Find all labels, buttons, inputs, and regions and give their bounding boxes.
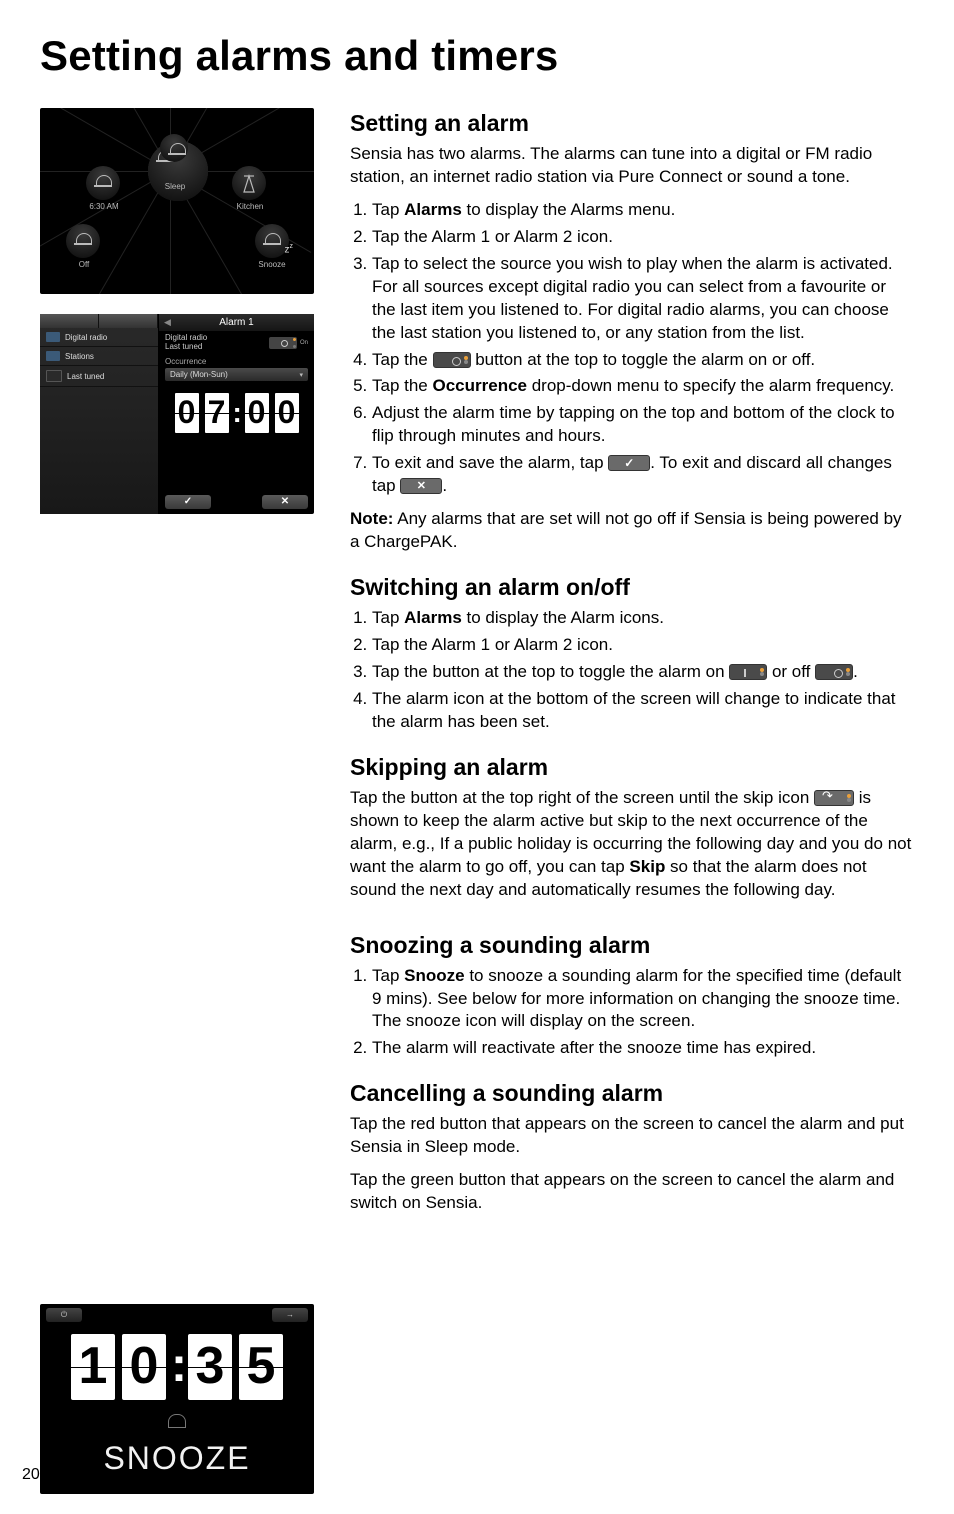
skip-icon <box>814 790 854 806</box>
sleep-icon <box>160 134 188 162</box>
page: Setting alarms and timers Sleep Kitchen <box>0 0 954 1514</box>
step: Tap Alarms to display the Alarm icons. <box>372 607 914 630</box>
p-cancel-red: Tap the red button that appears on the s… <box>350 1113 914 1159</box>
sidebar-item-stations: Stations <box>40 347 158 366</box>
power-button-icon: ⏻ <box>46 1308 82 1322</box>
page-number: 20 <box>22 1466 40 1484</box>
step: Tap to select the source you wish to pla… <box>372 253 914 345</box>
step: Tap the button at the top to toggle the … <box>372 661 914 684</box>
alarm2-off-label: Off <box>54 260 114 269</box>
x-button-icon <box>400 478 442 494</box>
kitchen-timer-icon <box>232 166 266 200</box>
screenshot-alarm-hub: Sleep Kitchen 6:30 AM Off zz Snooze <box>40 108 314 294</box>
list-snoozing: Tap Snooze to snooze a sounding alarm fo… <box>350 965 914 1061</box>
cancel-button-icon: ✕ <box>262 495 308 509</box>
step: Tap the Alarm 1 or Alarm 2 icon. <box>372 634 914 657</box>
sidebar-item-digital-radio: Digital radio <box>40 328 158 347</box>
step: Tap Snooze to snooze a sounding alarm fo… <box>372 965 914 1034</box>
occurrence-label: Occurrence <box>159 355 314 366</box>
colon: : <box>233 391 241 435</box>
kitchen-label: Kitchen <box>220 202 280 211</box>
occurrence-dropdown: Daily (Mon-Sun) <box>165 368 308 381</box>
screenshot-alarm-settings: Digital radio Stations Last tuned ◀ Alar… <box>40 314 314 514</box>
toggle-off-icon <box>815 664 853 680</box>
alarm-panel-title: Alarm 1 <box>219 317 253 328</box>
step: The alarm icon at the bottom of the scre… <box>372 688 914 734</box>
heading-cancelling: Cancelling a sounding alarm <box>350 1078 914 1109</box>
step: Adjust the alarm time by tapping on the … <box>372 402 914 448</box>
step: Tap the Occurrence drop-down menu to spe… <box>372 375 914 398</box>
heading-setting-alarm: Setting an alarm <box>350 108 914 139</box>
snooze-clock: 1 0 : 3 5 <box>69 1332 285 1402</box>
flip-digit: 7 <box>203 391 231 435</box>
step: Tap the button at the top to toggle the … <box>372 349 914 372</box>
flip-digit: 1 <box>69 1332 117 1402</box>
flip-digit: 0 <box>173 391 201 435</box>
step: To exit and save the alarm, tap . To exi… <box>372 452 914 498</box>
toggle-state-label: On <box>300 340 308 346</box>
flip-digit: 0 <box>120 1332 168 1402</box>
arrow-button-icon: → <box>272 1308 308 1322</box>
sleep-label: Sleep <box>145 182 205 191</box>
flip-digit: 5 <box>237 1332 285 1402</box>
alarm-time-flip-clock: 0 7 : 0 0 <box>173 391 301 435</box>
alarm-toggle-icon <box>269 337 297 349</box>
screenshot-snooze: ⏻ → 1 0 : 3 5 SNOOZE <box>40 1304 314 1494</box>
toggle-on-icon <box>729 664 767 680</box>
step: Tap the Alarm 1 or Alarm 2 icon. <box>372 226 914 249</box>
flip-digit: 3 <box>186 1332 234 1402</box>
sidebar-item-last-tuned: Last tuned <box>40 366 158 387</box>
step: Tap Alarms to display the Alarms menu. <box>372 199 914 222</box>
source-line-2: Last tuned <box>165 343 207 352</box>
two-column-layout: Sleep Kitchen 6:30 AM Off zz Snooze Digi… <box>40 108 914 1514</box>
intro-setting-alarm: Sensia has two alarms. The alarms can tu… <box>350 143 914 189</box>
step: The alarm will reactivate after the snoo… <box>372 1037 914 1060</box>
chevron-down-icon <box>299 370 303 379</box>
p-skipping: Tap the button at the top right of the s… <box>350 787 914 902</box>
list-switching: Tap Alarms to display the Alarm icons. T… <box>350 607 914 734</box>
alarm-main-panel: ◀ Alarm 1 Digital radio Last tuned On <box>159 314 314 514</box>
heading-snoozing: Snoozing a sounding alarm <box>350 930 914 961</box>
toggle-off-icon <box>433 352 471 368</box>
alarm1-time-label: 6:30 AM <box>74 202 134 211</box>
note-setting-alarm: Note: Any alarms that are set will not g… <box>350 508 914 554</box>
snooze-label: Snooze <box>242 260 302 269</box>
colon: : <box>171 1332 183 1402</box>
alarm-sidebar: Digital radio Stations Last tuned <box>40 314 159 514</box>
heading-switching: Switching an alarm on/off <box>350 572 914 603</box>
alarm2-icon <box>66 224 100 258</box>
chevron-left-icon: ◀ <box>164 317 171 328</box>
snooze-big-label: SNOOZE <box>103 1440 250 1477</box>
confirm-button-icon: ✓ <box>165 495 211 509</box>
p-cancel-green: Tap the green button that appears on the… <box>350 1169 914 1215</box>
left-column: Sleep Kitchen 6:30 AM Off zz Snooze Digi… <box>40 108 314 1514</box>
flip-digit: 0 <box>273 391 301 435</box>
alarm-title-bar: ◀ Alarm 1 <box>159 314 314 331</box>
check-button-icon <box>608 455 650 471</box>
right-column: Setting an alarm Sensia has two alarms. … <box>350 108 914 1514</box>
heading-skipping: Skipping an alarm <box>350 752 914 783</box>
alarm-source-row: Digital radio Last tuned On <box>159 331 314 355</box>
list-setting-alarm: Tap Alarms to display the Alarms menu. T… <box>350 199 914 498</box>
snooze-bell-icon: zz <box>255 224 289 258</box>
page-title: Setting alarms and timers <box>40 32 914 80</box>
flip-digit: 0 <box>243 391 271 435</box>
bell-icon <box>168 1414 186 1428</box>
alarm1-icon <box>86 166 120 200</box>
